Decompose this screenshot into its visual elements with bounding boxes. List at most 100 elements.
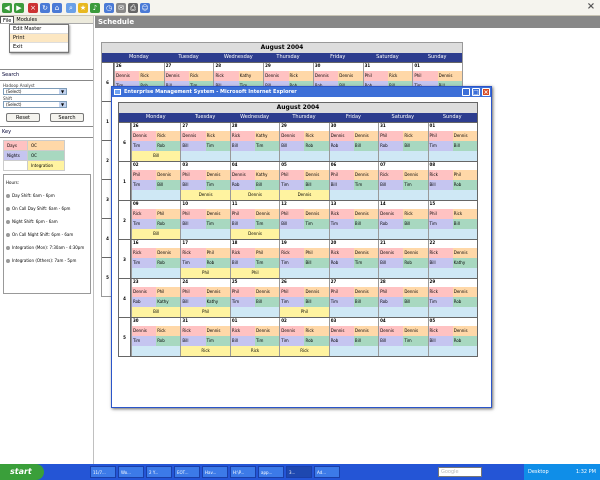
night-cell[interactable]: TimBill (328, 297, 378, 307)
integration-cell[interactable]: Bill (131, 151, 180, 161)
night-cell[interactable]: BillRob (427, 180, 477, 190)
analyst-select[interactable]: (Select) ▼ (3, 88, 67, 95)
day-cell[interactable]: DennisDennis (328, 131, 378, 141)
close-icon[interactable]: × (584, 1, 598, 13)
day-cell[interactable]: DennisRick (378, 209, 427, 219)
integration-cell[interactable]: Phil (229, 268, 279, 278)
day-cell[interactable]: RickDennis (427, 248, 477, 258)
integration-cell[interactable] (229, 151, 280, 161)
night-cell[interactable]: BillTim (378, 336, 427, 346)
day-cell[interactable]: PhilDennis (328, 170, 378, 180)
day-cell[interactable]: PhilRick (378, 131, 427, 141)
window-titlebar[interactable]: Enterprise Management System - Microsoft… (112, 87, 491, 97)
day-cell[interactable]: RickDennis (378, 170, 427, 180)
desktop-toolbar[interactable]: Desktop (528, 469, 549, 475)
integration-cell[interactable] (427, 190, 477, 200)
day-cell[interactable]: Rick Kathy (229, 131, 279, 141)
integration-cell[interactable] (427, 307, 477, 317)
night-cell[interactable]: TimBill (279, 258, 328, 268)
night-cell[interactable]: BillKathy (427, 258, 477, 268)
day-cell[interactable]: PhilDennis (328, 287, 378, 297)
day-cell[interactable]: RickDennis (427, 287, 477, 297)
stop-icon[interactable]: × (28, 3, 38, 13)
menu-item-print[interactable]: Print (10, 34, 68, 43)
day-cell[interactable]: Rick Kathy (213, 71, 263, 81)
integration-cell[interactable] (378, 268, 428, 278)
day-cell[interactable]: RickDennis (328, 209, 378, 219)
day-cell[interactable]: PhilDennis (279, 287, 328, 297)
integration-cell[interactable] (427, 229, 477, 239)
night-cell[interactable]: TimRob (131, 141, 180, 151)
media-icon[interactable]: ♪ (90, 3, 100, 13)
day-cell[interactable]: DennisRick (263, 71, 313, 81)
day-cell[interactable]: PhilDennis (412, 71, 462, 81)
day-cell[interactable]: DennisPhil (131, 287, 180, 297)
day-cell[interactable]: PhilDennis (427, 131, 477, 141)
night-cell[interactable]: TimBill (427, 219, 477, 229)
night-cell[interactable]: TimRob (180, 258, 229, 268)
back-icon[interactable]: ◀ (2, 3, 12, 13)
integration-cell[interactable]: Phil (180, 307, 229, 317)
day-cell[interactable]: RickPhil (131, 209, 180, 219)
day-cell[interactable]: RickDennis (427, 326, 477, 336)
night-cell[interactable]: BillKathy (180, 297, 229, 307)
night-cell[interactable]: RobBill (378, 297, 427, 307)
night-cell[interactable]: RobBill (378, 219, 427, 229)
day-cell[interactable]: RickDennis (180, 326, 229, 336)
integration-cell[interactable]: Phil (279, 307, 328, 317)
reset-button[interactable]: Reset (6, 113, 40, 122)
close-icon[interactable]: × (482, 88, 490, 96)
integration-cell[interactable] (378, 307, 428, 317)
integration-cell[interactable] (427, 346, 477, 356)
shift-select[interactable]: (Select) ▼ (3, 101, 67, 108)
day-cell[interactable]: DennisDennis (312, 71, 363, 81)
day-cell[interactable]: PhilDennis (229, 287, 279, 297)
integration-cell[interactable]: Dennis (229, 229, 279, 239)
day-cell[interactable]: RickPhil (229, 248, 279, 258)
day-cell[interactable]: RickDennis (328, 248, 378, 258)
day-cell[interactable]: DennisDennis (378, 326, 427, 336)
integration-cell[interactable] (131, 190, 181, 200)
history-icon[interactable]: ◷ (104, 3, 114, 13)
day-cell[interactable]: RickPhil (427, 170, 477, 180)
night-cell[interactable]: TimBill (229, 297, 279, 307)
day-cell[interactable]: DennisRick (131, 131, 180, 141)
day-cell[interactable]: RickPhil (279, 248, 328, 258)
search-button[interactable]: Search (50, 113, 84, 122)
day-cell[interactable]: DennisRick (163, 71, 214, 81)
night-cell[interactable]: TimRob (131, 336, 180, 346)
taskbar-item[interactable]: Hav... (202, 466, 228, 478)
night-cell[interactable]: RobBill (328, 141, 378, 151)
menu-item-edit-master[interactable]: Edit Master (10, 25, 68, 34)
taskbar-item[interactable]: EOT... (174, 466, 200, 478)
integration-cell[interactable] (131, 268, 181, 278)
integration-cell[interactable] (328, 307, 379, 317)
day-cell[interactable]: RickDennis (131, 248, 180, 258)
integration-cell[interactable] (279, 268, 329, 278)
integration-cell[interactable]: Rick (180, 346, 229, 356)
night-cell[interactable]: TimBill (328, 219, 378, 229)
integration-cell[interactable] (328, 268, 379, 278)
day-cell[interactable]: RickDennis (229, 326, 279, 336)
integration-cell[interactable] (378, 190, 428, 200)
print-icon[interactable]: ⎙ (128, 3, 138, 13)
night-cell[interactable]: BillTim (279, 219, 328, 229)
google-search-box[interactable]: Google (438, 467, 482, 477)
integration-cell[interactable] (229, 307, 280, 317)
night-cell[interactable]: TimRob (427, 297, 477, 307)
integration-cell[interactable]: Dennis (180, 190, 229, 200)
day-cell[interactable]: DennisRick (279, 326, 328, 336)
integration-cell[interactable] (131, 346, 181, 356)
messenger-icon[interactable]: ☺ (140, 3, 150, 13)
night-cell[interactable]: BillTim (180, 336, 229, 346)
day-cell[interactable]: DennisKathy (229, 170, 279, 180)
menu-item-exit[interactable]: Exit (10, 43, 68, 52)
menu-modules[interactable]: Modules (14, 16, 39, 23)
day-cell[interactable]: PhilDennis (180, 287, 229, 297)
day-cell[interactable]: RickPhil (180, 248, 229, 258)
day-cell[interactable]: PhilDennis (131, 170, 180, 180)
night-cell[interactable]: RobKathy (131, 297, 180, 307)
night-cell[interactable]: BillTim (229, 336, 279, 346)
night-cell[interactable]: BillRob (279, 141, 328, 151)
day-cell[interactable]: DennisDennis (328, 326, 378, 336)
